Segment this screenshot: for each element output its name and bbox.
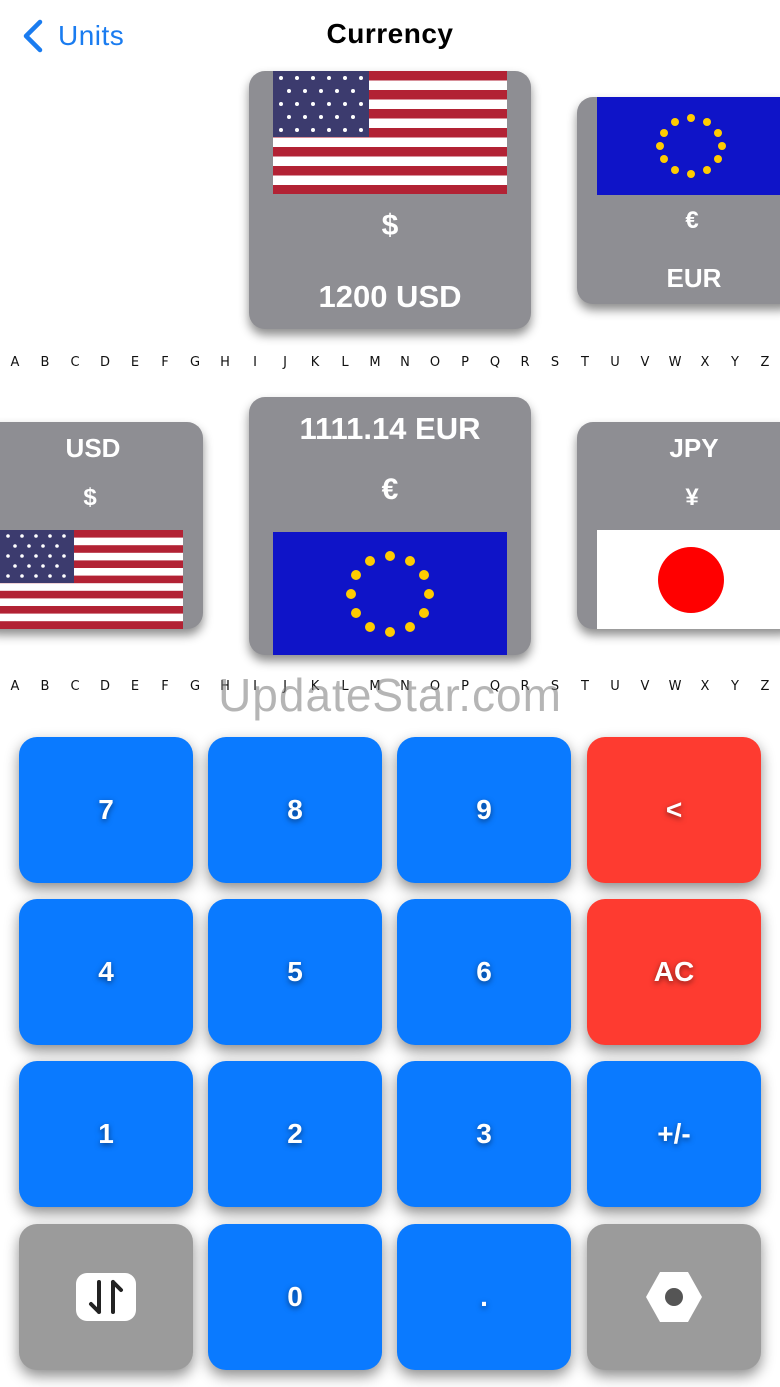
- swap-button[interactable]: [19, 1224, 193, 1370]
- output-amount: 1111.14 EUR: [299, 411, 481, 446]
- navigation-bar: Units Currency: [0, 0, 780, 72]
- page-title: Currency: [326, 18, 454, 49]
- settings-icon: [646, 1272, 702, 1322]
- alphabet-letter-s[interactable]: S: [545, 355, 565, 370]
- alphabet-letter-g[interactable]: G: [185, 355, 205, 370]
- clear-button[interactable]: AC: [587, 899, 761, 1045]
- eu-flag-icon: [597, 97, 780, 195]
- alphabet-letter-l[interactable]: L: [335, 355, 355, 370]
- us-flag-icon: [0, 530, 183, 629]
- alphabet-letter-c[interactable]: C: [65, 355, 85, 370]
- alphabet-letter-r[interactable]: R: [515, 355, 535, 370]
- alphabet-letter-z[interactable]: Z: [755, 355, 775, 370]
- key-9[interactable]: 9: [397, 737, 571, 883]
- currency-code: JPY: [669, 433, 719, 463]
- alphabet-letter-u[interactable]: U: [605, 355, 625, 370]
- key-4[interactable]: 4: [19, 899, 193, 1045]
- alphabet-letter-x[interactable]: X: [695, 355, 715, 370]
- alphabet-letter-d[interactable]: D: [95, 355, 115, 370]
- currency-card-usd-selected[interactable]: $ 1200 USD: [249, 71, 531, 329]
- currency-symbol: €: [381, 473, 399, 506]
- currency-code: EUR: [666, 263, 722, 293]
- sign-toggle-button[interactable]: +/-: [587, 1061, 761, 1207]
- alphabet-letter-t[interactable]: T: [575, 355, 595, 370]
- alphabet-letter-v[interactable]: V: [635, 355, 655, 370]
- currency-symbol: $: [381, 209, 399, 242]
- key-3[interactable]: 3: [397, 1061, 571, 1207]
- alphabet-letter-m[interactable]: M: [365, 355, 385, 370]
- alphabet-letter-a[interactable]: A: [5, 355, 25, 370]
- key-1[interactable]: 1: [19, 1061, 193, 1207]
- currency-symbol: €: [685, 207, 699, 234]
- decimal-point-button[interactable]: .: [397, 1224, 571, 1370]
- alphabet-letter-p[interactable]: P: [455, 355, 475, 370]
- currency-card-usd[interactable]: USD $: [0, 422, 203, 629]
- alphabet-letter-k[interactable]: K: [305, 355, 325, 370]
- currency-card-jpy[interactable]: JPY ¥: [577, 422, 780, 629]
- currency-card-eur-selected[interactable]: 1111.14 EUR €: [249, 397, 531, 655]
- alphabet-letter-w[interactable]: W: [665, 355, 685, 370]
- jp-flag-icon: [597, 530, 780, 629]
- currency-symbol: $: [83, 484, 97, 511]
- key-8[interactable]: 8: [208, 737, 382, 883]
- alphabet-letter-f[interactable]: F: [155, 355, 175, 370]
- settings-button[interactable]: [587, 1224, 761, 1370]
- key-7[interactable]: 7: [19, 737, 193, 883]
- alphabet-letter-y[interactable]: Y: [725, 355, 745, 370]
- swap-icon: [76, 1273, 136, 1321]
- key-0[interactable]: 0: [208, 1224, 382, 1370]
- alphabet-letter-o[interactable]: O: [425, 355, 445, 370]
- alphabet-letter-h[interactable]: H: [215, 355, 235, 370]
- key-2[interactable]: 2: [208, 1061, 382, 1207]
- key-5[interactable]: 5: [208, 899, 382, 1045]
- eu-flag-icon: [273, 532, 507, 655]
- input-amount: 1200 USD: [318, 279, 462, 314]
- alphabet-letter-b[interactable]: B: [35, 355, 55, 370]
- alphabet-letter-e[interactable]: E: [125, 355, 145, 370]
- alphabet-letter-n[interactable]: N: [395, 355, 415, 370]
- currency-code: USD: [65, 433, 121, 463]
- backspace-button[interactable]: <: [587, 737, 761, 883]
- us-flag-icon: [273, 71, 507, 194]
- alphabet-letter-i[interactable]: I: [245, 355, 265, 370]
- alphabet-letter-j[interactable]: J: [275, 355, 295, 370]
- currency-symbol: ¥: [685, 484, 699, 511]
- key-6[interactable]: 6: [397, 899, 571, 1045]
- currency-card-eur[interactable]: € EUR: [577, 97, 780, 304]
- alphabet-index-top[interactable]: ABCDEFGHIJKLMNOPQRSTUVWXYZ: [0, 355, 780, 375]
- watermark: UpdateStar.com: [218, 669, 562, 721]
- alphabet-letter-q[interactable]: Q: [485, 355, 505, 370]
